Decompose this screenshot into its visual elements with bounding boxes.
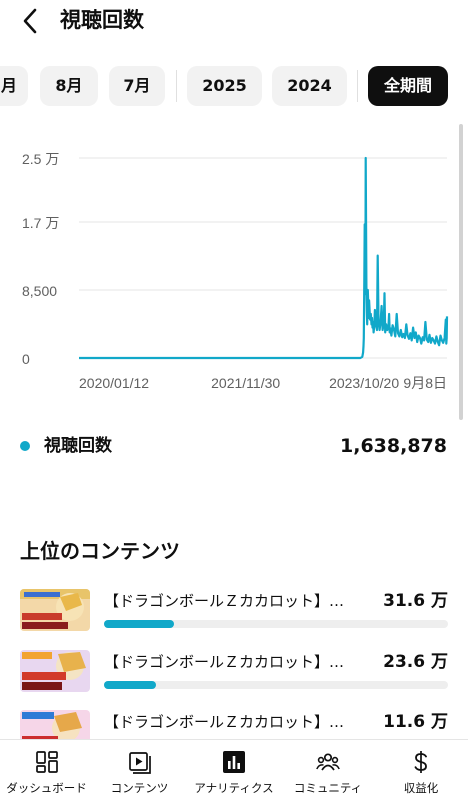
top-content-heading: 上位のコンテンツ: [20, 539, 180, 563]
legend-dot: [20, 441, 30, 451]
analytics-icon: [223, 751, 245, 773]
chip-divider: [357, 70, 358, 102]
share-bar-fill: [104, 620, 174, 628]
chip-year-2025[interactable]: 2025: [187, 66, 262, 106]
metric-legend-row: 視聴回数 1,638,878: [0, 430, 468, 462]
metric-label: 視聴回数: [44, 436, 112, 456]
chip-label: 月: [0, 76, 17, 95]
chip-label: 7月: [123, 76, 151, 95]
chip-label: 2024: [287, 76, 332, 95]
y-tick-label: 8,500: [22, 283, 57, 299]
content-views: 31.6 万: [383, 591, 448, 611]
nav-content[interactable]: コンテンツ: [93, 740, 186, 800]
chip-month-september[interactable]: 月: [0, 66, 28, 106]
chip-month-july[interactable]: 7月: [109, 66, 165, 106]
bottom-navigation: ダッシュボード コンテンツ アナリティクス コミュニティ 収益化: [0, 739, 468, 800]
video-thumbnail: [20, 589, 90, 631]
y-tick-label: 0: [22, 351, 30, 367]
nav-label: アナリティクス: [194, 781, 274, 795]
content-title: 【ドラゴンボールＺカカロット】…: [104, 653, 345, 671]
dashboard-icon: [35, 751, 58, 773]
share-bar-track: [104, 620, 448, 628]
series-line: [79, 156, 449, 360]
header: 視聴回数: [0, 0, 468, 44]
nav-label: コンテンツ: [110, 781, 169, 795]
chip-label: 2025: [202, 76, 247, 95]
x-tick-label: 2021/11/30: [211, 375, 280, 391]
y-tick-label: 2.5 万: [22, 151, 59, 167]
content-row[interactable]: 【ドラゴンボールＺカカロット】… 31.6 万: [0, 589, 468, 637]
content-row[interactable]: 【ドラゴンボールＺカカロット】… 23.6 万: [0, 650, 468, 698]
content-title: 【ドラゴンボールＺカカロット】…: [104, 713, 345, 731]
x-tick-label: 2023/10/20: [329, 375, 399, 391]
x-tick-label: 9月8日: [403, 375, 447, 391]
chip-lifetime[interactable]: 全期間: [368, 66, 448, 106]
chip-divider: [176, 70, 177, 102]
nav-analytics[interactable]: アナリティクス: [186, 740, 282, 800]
views-line-chart: 2.5 万 1.7 万 8,500 0 2020/01/12 2021/11/30 2023…: [22, 151, 449, 391]
content-icon: [128, 752, 151, 774]
nav-community[interactable]: コミュニティ: [282, 740, 374, 800]
chip-month-august[interactable]: 8月: [40, 66, 98, 106]
x-tick-label: 2020/01/12: [79, 375, 149, 391]
back-arrow-icon[interactable]: [18, 6, 44, 36]
video-thumbnail: [20, 650, 90, 692]
content-views: 23.6 万: [383, 652, 448, 672]
chip-label: 8月: [55, 76, 83, 95]
chip-label: 全期間: [383, 76, 432, 95]
nav-label: コミュニティ: [293, 781, 363, 795]
nav-dashboard[interactable]: ダッシュボード: [0, 740, 93, 800]
nav-monetization[interactable]: 収益化: [374, 740, 468, 800]
metric-value: 1,638,878: [340, 435, 447, 457]
period-chip-bar: 月 8月 7月 2025 2024 全期間: [0, 66, 468, 108]
scrollbar[interactable]: [459, 124, 463, 420]
page-title: 視聴回数: [60, 8, 144, 32]
content-views: 11.6 万: [383, 712, 448, 732]
monetization-icon: [414, 751, 427, 773]
content-title: 【ドラゴンボールＺカカロット】…: [104, 592, 345, 610]
community-icon: [316, 753, 340, 771]
share-bar-track: [104, 681, 448, 689]
y-tick-label: 1.7 万: [22, 215, 59, 231]
share-bar-fill: [104, 681, 157, 689]
nav-label: 収益化: [403, 781, 439, 795]
chip-year-2024[interactable]: 2024: [272, 66, 347, 106]
nav-label: ダッシュボード: [6, 781, 87, 795]
